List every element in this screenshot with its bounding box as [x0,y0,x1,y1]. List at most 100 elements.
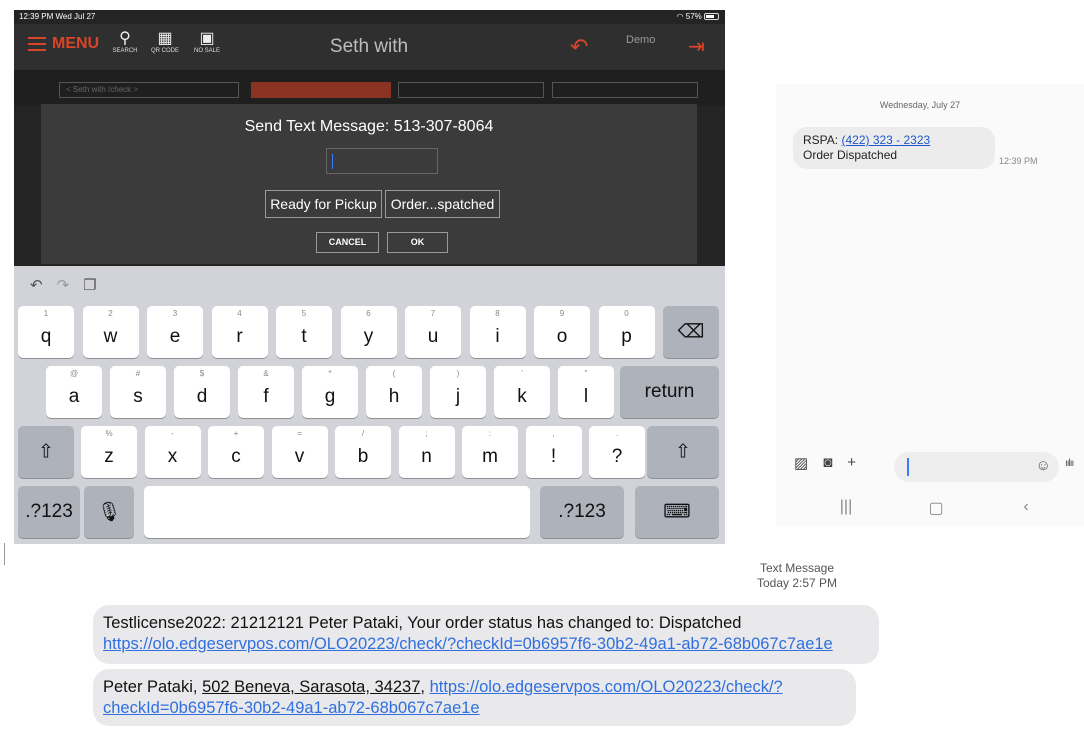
key-secondary-label: ' [521,369,523,378]
key-secondary-label: / [361,429,365,438]
phone-link[interactable]: (422) 323 - 2323 [841,133,930,147]
key-secondary-label: ) [456,369,460,378]
status-right: ◠ 57% [677,12,719,21]
key-label: u [427,326,439,347]
hamburger-icon [28,37,46,51]
key-y[interactable]: 6y [340,306,397,358]
tab-blank-1 [398,82,544,98]
key-x[interactable]: -x [144,426,201,478]
composite-screenshot: 12:39 PM Wed Jul 27 ◠ 57% MENU ⚲ SEARCH … [0,0,1084,746]
key-v[interactable]: = v [271,426,328,478]
tab-blank-2 [552,82,698,98]
wifi-icon: ◠ [676,12,684,21]
key-label: ! [550,446,557,467]
redo-icon[interactable]: ↷ [57,276,70,294]
shift-key-left[interactable]: ⇧ [18,426,74,478]
key-secondary-label: 1 [43,309,49,318]
key-label: return [644,381,695,402]
key-n[interactable]: ; n [398,426,455,478]
key-secondary-label: 6 [366,309,371,318]
no-sale-button[interactable]: ▣ NO SALE [187,30,227,54]
key-z[interactable]: % z [81,426,137,478]
key-r[interactable]: 4r [211,306,268,358]
key-label: t [301,326,307,347]
menu-button[interactable]: MENU [28,35,99,53]
date-header: Wednesday, July 27 [879,100,961,110]
back-icon[interactable]: ‹ [1011,498,1041,516]
key-k[interactable]: ' k [494,366,550,418]
key-o[interactable]: 9o [534,306,590,358]
key-b[interactable]: / b [335,426,391,478]
imessage-1-link[interactable]: https://olo.edgeservpos.com/OLO20223/che… [103,635,833,653]
key-secondary-label: 5 [301,309,307,318]
key-e[interactable]: 3e [147,306,203,358]
key-i[interactable]: 8i [469,306,526,358]
qr-code-button[interactable]: ▦ QR CODE [145,30,185,54]
compose-tools: ▨ ◙ + [794,454,856,472]
backspace-key[interactable]: ⌫ [663,306,719,358]
logout-icon[interactable]: ⇥ [688,34,705,59]
message-body: Order Dispatched [803,148,898,162]
key-label: j [455,386,461,407]
key-w[interactable]: 2w [82,306,139,358]
key-t[interactable]: 5t [276,306,332,358]
imessage-bubble-1: Testlicense2022: 21212121 Peter Pataki, … [93,605,879,664]
compose-input[interactable]: ☺ [894,452,1059,482]
key-label: z [104,446,114,467]
key-label: g [324,386,336,407]
order-dispatched-button[interactable]: Order...spatched [385,190,500,218]
key-g[interactable]: * g [302,366,358,418]
microphone-key[interactable]: 🎙 [84,486,134,538]
undo-icon[interactable]: ↶ [570,34,588,60]
key-p[interactable]: 0p [598,306,655,358]
paste-icon[interactable]: ❐ [83,276,96,294]
key-h[interactable]: (h [366,366,422,418]
space-key[interactable] [144,486,530,538]
imessage-1-text: Testlicense2022: 21212121 Peter Pataki, … [103,614,742,632]
imessage-2-address[interactable]: 502 Beneva, Sarasota, 34237 [202,678,420,696]
key-c[interactable]: + c [208,426,264,478]
key-question[interactable]: .? [589,426,645,478]
key-m[interactable]: :m [462,426,518,478]
dialog-title: Send Text Message: 513-307-8064 [244,118,494,135]
key-exclamation[interactable]: ,! [525,426,582,478]
key-f[interactable]: & f [238,366,294,418]
ready-for-pickup-button[interactable]: Ready for Pickup [265,190,382,218]
return-key[interactable]: return [620,366,719,418]
imessage-2-sep: , [420,678,430,696]
key-label: c [231,446,241,467]
key-j[interactable]: ) j [430,366,486,418]
ok-button[interactable]: OK [387,232,448,253]
hide-keyboard-key[interactable]: ⌨ [635,486,719,538]
key-secondary-label: 7 [430,309,436,318]
home-icon[interactable]: ▢ [921,498,951,518]
cancel-button[interactable]: CANCEL [316,232,379,253]
undo-icon[interactable]: ↶ [30,276,43,294]
emoji-icon[interactable]: ☺ [1036,457,1051,474]
plus-icon[interactable]: + [847,454,856,472]
search-button[interactable]: ⚲ SEARCH [105,30,145,54]
key-u[interactable]: 7u [405,306,461,358]
gallery-icon[interactable]: ▨ [794,454,808,472]
message-input[interactable] [326,148,438,174]
key-label: ⇧ [38,441,54,463]
key-l[interactable]: " l [558,366,614,418]
key-s[interactable]: # s [110,366,166,418]
shift-key-right[interactable]: ⇧ [647,426,719,478]
key-secondary-label: " [584,369,588,378]
key-d[interactable]: $ d [174,366,230,418]
key-label: ? [611,446,623,467]
imessage-time: Today 2:57 PM [756,576,838,590]
recent-apps-icon[interactable]: ||| [831,498,861,516]
qr-code-label: QR CODE [150,48,179,54]
key-label: o [556,326,568,347]
imessage-2-prefix: Peter Pataki, [103,678,203,696]
camera-icon[interactable]: ◙ [823,454,832,472]
active-tab [251,82,391,98]
key-q[interactable]: 1q [18,306,74,358]
numbers-key-left[interactable]: .?123 [18,486,80,538]
key-label: ⌫ [677,321,705,343]
voice-icon[interactable]: ıılıı [1065,458,1074,469]
numbers-key-right[interactable]: .?123 [540,486,624,538]
key-a[interactable]: @ a [46,366,102,418]
